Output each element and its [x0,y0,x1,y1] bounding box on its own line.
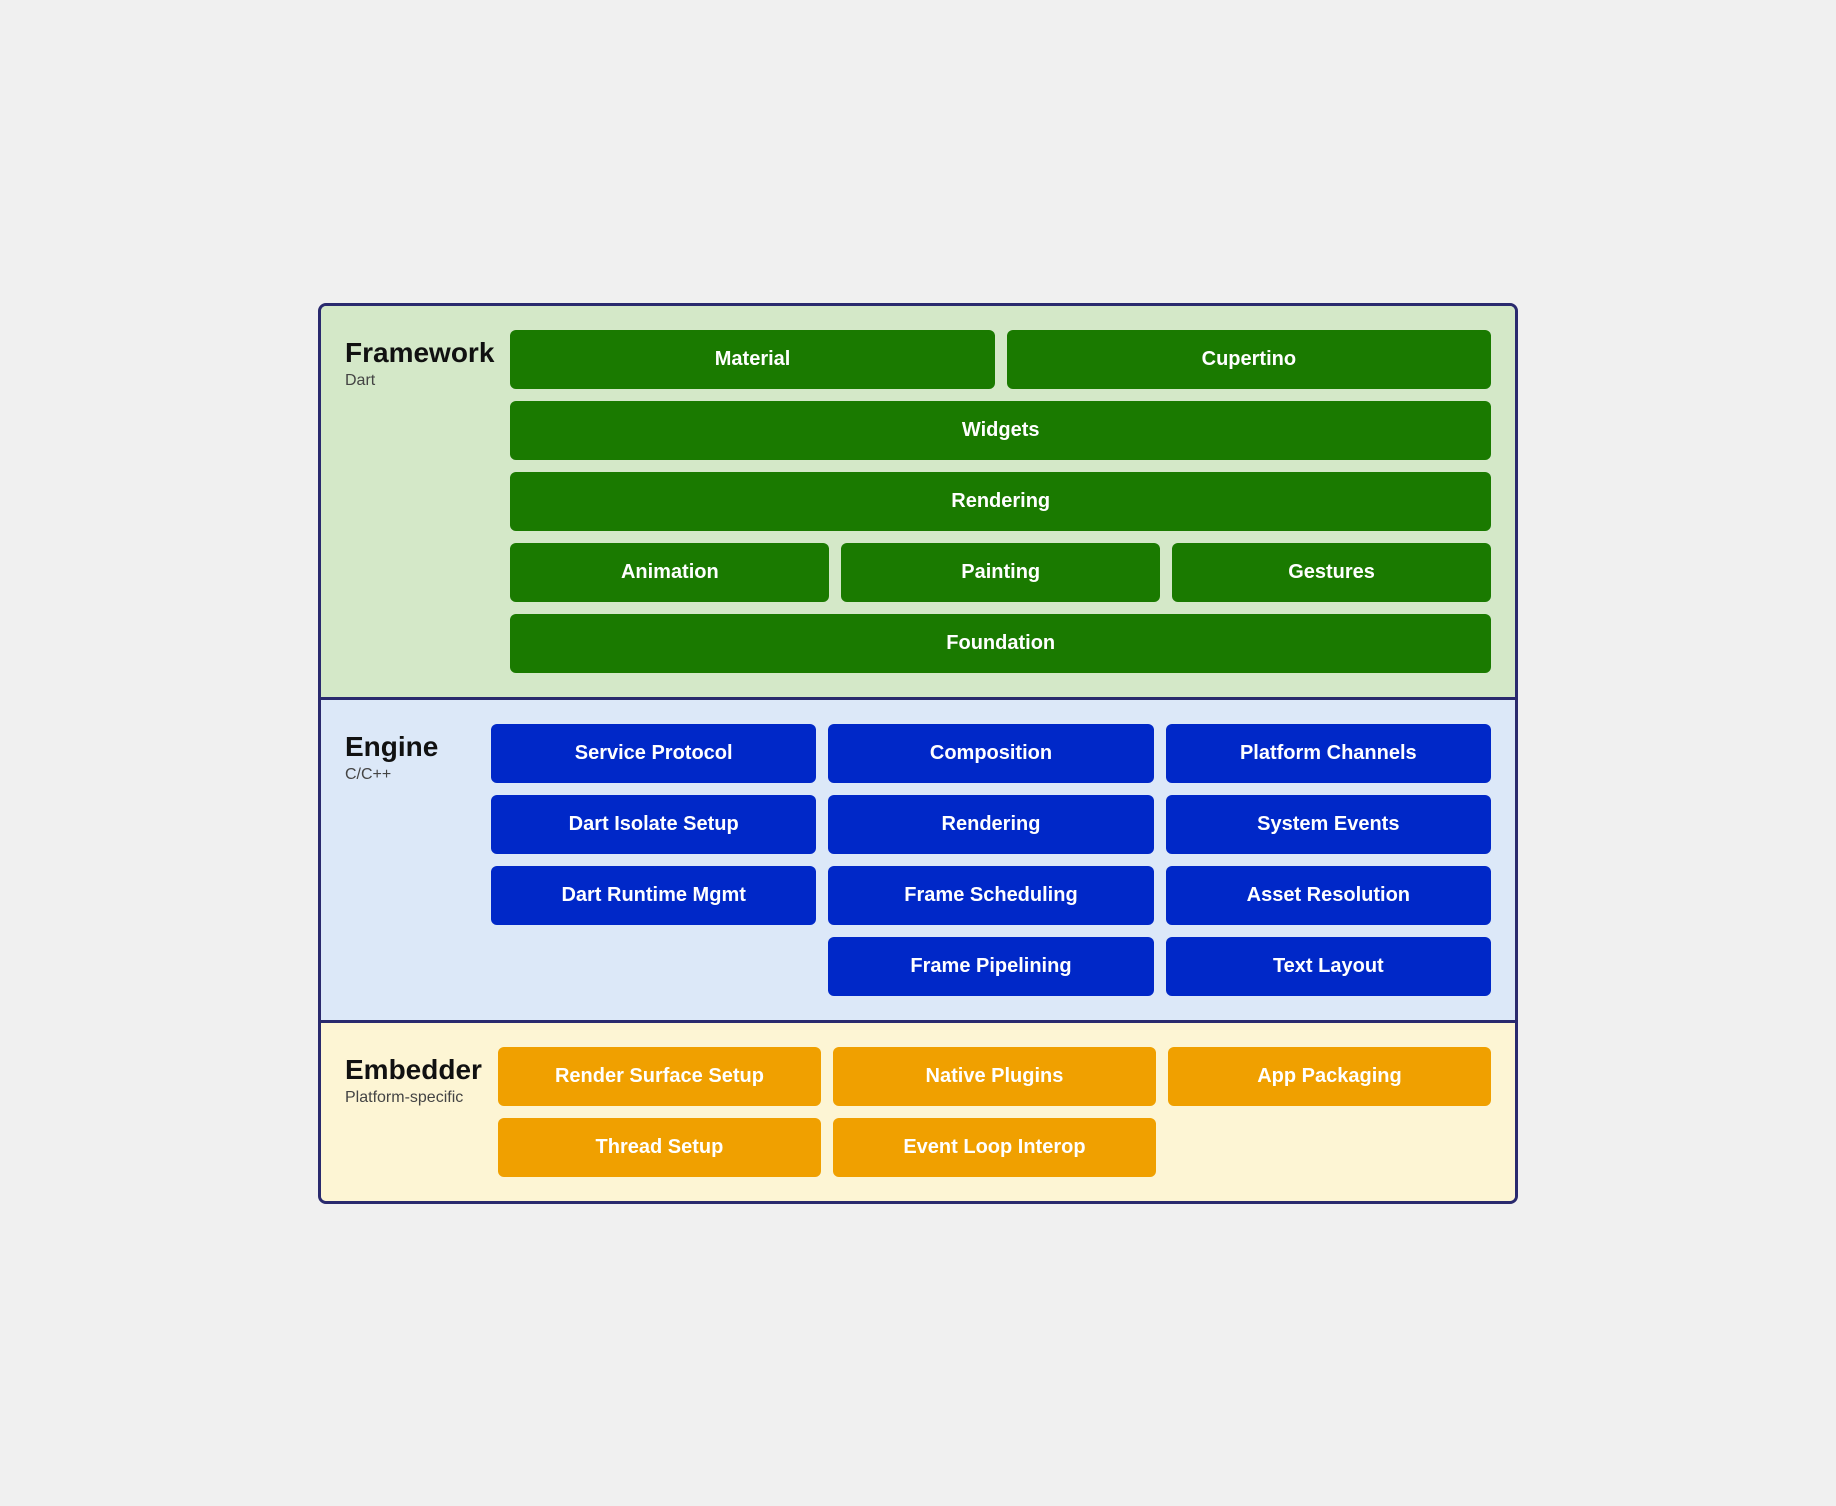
chip-platform-channels: Platform Channels [1166,724,1491,783]
chip-service-protocol: Service Protocol [491,724,816,783]
embedder-row-0: Render Surface SetupNative PluginsApp Pa… [498,1047,1491,1106]
chip-composition: Composition [828,724,1153,783]
chip-asset-resolution: Asset Resolution [1166,866,1491,925]
chip-app-packaging: App Packaging [1168,1047,1491,1106]
chip-event-loop-interop: Event Loop Interop [833,1118,1156,1177]
layer-framework: Framework Dart MaterialCupertino Widgets Ren… [321,306,1515,700]
chip-native-plugins: Native Plugins [833,1047,1156,1106]
framework-title: Framework [345,338,494,369]
chip-cupertino: Cupertino [1007,330,1491,389]
framework-row-3: AnimationPaintingGestures [510,543,1491,602]
chip-material: Material [510,330,994,389]
chip-widgets: Widgets [510,401,1491,460]
chip-gestures: Gestures [1172,543,1491,602]
engine-label: Engine C/C++ [345,724,475,996]
framework-label: Framework Dart [345,330,494,673]
chip-dart-isolate-setup: Dart Isolate Setup [491,795,816,854]
framework-subtitle: Dart [345,372,494,390]
embedder-subtitle: Platform-specific [345,1089,482,1107]
framework-row-4: Foundation [510,614,1491,673]
chip-frame-scheduling: Frame Scheduling [828,866,1153,925]
engine-row-2: Dart Runtime MgmtFrame SchedulingAsset R… [491,866,1491,925]
framework-row-1: Widgets [510,401,1491,460]
framework-content: MaterialCupertino Widgets Rendering Animati… [510,330,1491,673]
framework-row-2: Rendering [510,472,1491,531]
engine-content: Service ProtocolCompositionPlatform Chan… [491,724,1491,996]
chip-render-surface-setup: Render Surface Setup [498,1047,821,1106]
flutter-architecture-diagram: Framework Dart MaterialCupertino Widgets Ren… [318,303,1518,1204]
chip-dart-runtime-mgmt: Dart Runtime Mgmt [491,866,816,925]
layer-engine: Engine C/C++ Service ProtocolCompositionPl… [321,700,1515,1023]
framework-row-0: MaterialCupertino [510,330,1491,389]
engine-subtitle: C/C++ [345,766,475,784]
chip-thread-setup: Thread Setup [498,1118,821,1177]
chip-rendering: Rendering [510,472,1491,531]
engine-row-1: Dart Isolate SetupRenderingSystem Events [491,795,1491,854]
chip-painting: Painting [841,543,1160,602]
embedder-row-1: Thread SetupEvent Loop Interop [498,1118,1491,1177]
engine-row-0: Service ProtocolCompositionPlatform Chan… [491,724,1491,783]
chip-rendering: Rendering [828,795,1153,854]
chip-animation: Animation [510,543,829,602]
chip-system-events: System Events [1166,795,1491,854]
embedder-title: Embedder [345,1055,482,1086]
embedder-content: Render Surface SetupNative PluginsApp Pa… [498,1047,1491,1177]
engine-title: Engine [345,732,475,763]
chip-foundation: Foundation [510,614,1491,673]
layer-embedder: Embedder Platform-specific Render Surface … [321,1023,1515,1201]
chip-text-layout: Text Layout [1166,937,1491,996]
chip-frame-pipelining: Frame Pipelining [828,937,1153,996]
engine-row-3: Frame PipeliningText Layout [491,937,1491,996]
embedder-label: Embedder Platform-specific [345,1047,482,1177]
